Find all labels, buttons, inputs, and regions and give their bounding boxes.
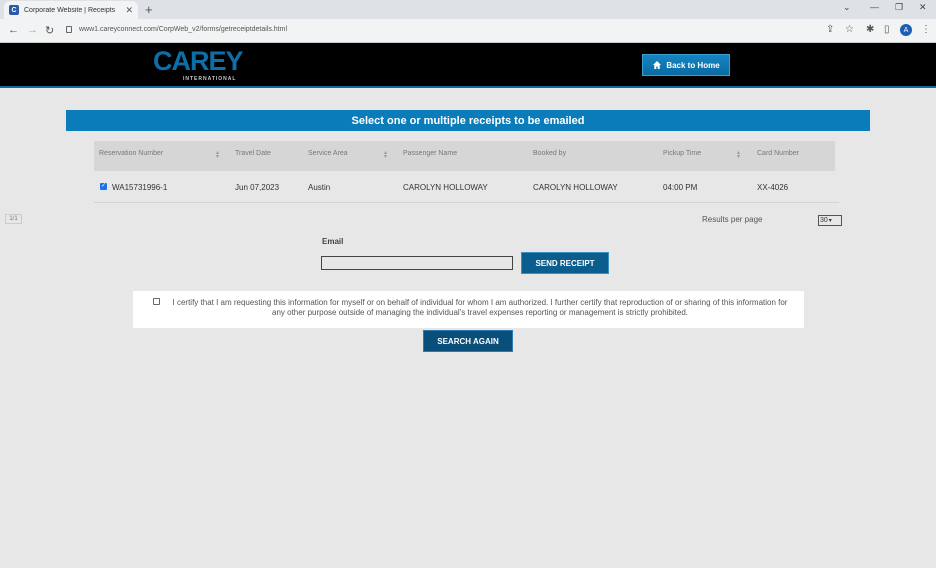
results-per-page-value: 30 [820, 217, 828, 224]
col-reservation-number[interactable]: Reservation Number [99, 150, 163, 157]
site-favicon-icon: C [9, 5, 19, 15]
search-again-button[interactable]: SEARCH AGAIN [423, 330, 513, 352]
col-booked-by[interactable]: Booked by [533, 150, 566, 157]
forward-arrow-icon[interactable]: → [27, 24, 38, 36]
cell-passenger-name: CAROLYN HOLLOWAY [403, 183, 488, 192]
menu-kebab-icon[interactable]: ⋮ [921, 24, 931, 35]
col-service-area[interactable]: Service Area [308, 150, 348, 157]
sort-icon[interactable]: ▴ ▾ [216, 150, 219, 160]
cell-booked-by: CAROLYN HOLLOWAY [533, 183, 618, 192]
new-tab-icon[interactable]: + [145, 2, 153, 17]
back-to-home-button[interactable]: Back to Home [642, 54, 730, 76]
site-header: CAREY INTERNATIONAL Back to Home [0, 43, 936, 88]
close-window-icon[interactable]: ✕ [919, 2, 927, 13]
row-select-checkbox[interactable]: ✓ [100, 183, 107, 190]
home-icon [653, 61, 662, 69]
logo-text: CAREY [153, 46, 244, 76]
table-header: Reservation Number ▴ ▾ Travel Date Servic… [94, 141, 835, 171]
tab-title: Corporate Website | Receipts [24, 6, 116, 14]
back-arrow-icon[interactable]: ← [8, 24, 19, 36]
results-per-page-select[interactable]: 30 ▾ [818, 215, 842, 226]
carey-logo[interactable]: CAREY INTERNATIONAL [153, 46, 244, 82]
email-label: Email [322, 237, 344, 246]
certify-checkbox[interactable] [153, 298, 160, 305]
col-passenger-name[interactable]: Passenger Name [403, 150, 457, 157]
back-to-home-label: Back to Home [666, 60, 720, 70]
cell-travel-date: Jun 07,2023 [235, 183, 280, 192]
send-receipt-button[interactable]: SEND RECEIPT [521, 252, 609, 274]
side-panel-icon[interactable]: ▯ [884, 24, 890, 35]
dropdown-chevron-icon: ▾ [828, 218, 832, 224]
reload-icon[interactable]: ↻ [45, 24, 54, 37]
share-icon[interactable]: ⇪ [826, 24, 834, 35]
cell-reservation-number: WA15731996-1 [112, 183, 168, 192]
cell-card-number: XX-4026 [757, 183, 789, 192]
extensions-puzzle-icon[interactable]: ✱ [866, 24, 874, 35]
lock-icon [66, 26, 72, 33]
email-input[interactable] [321, 256, 513, 270]
minimize-icon[interactable]: — [870, 2, 879, 12]
col-travel-date[interactable]: Travel Date [235, 150, 271, 157]
tab-close-icon[interactable]: ✕ [125, 5, 133, 16]
cell-pickup-time: 04:00 PM [663, 183, 698, 192]
sort-icon[interactable]: ▴ ▾ [737, 150, 740, 160]
col-pickup-time[interactable]: Pickup Time [663, 150, 701, 157]
tab-search-icon[interactable]: ⌄ [843, 2, 851, 13]
sort-icon[interactable]: ▴ ▾ [384, 150, 387, 160]
restore-icon[interactable]: ❐ [895, 2, 903, 13]
certify-text: I certify that I am requesting this info… [172, 298, 788, 317]
certify-panel: I certify that I am requesting this info… [133, 291, 804, 328]
logo-subtext: INTERNATIONAL [183, 76, 237, 82]
page-indicator: 1/1 [5, 214, 22, 224]
bookmark-star-icon[interactable]: ☆ [845, 24, 854, 35]
results-per-page-label: Results per page [702, 215, 763, 224]
url-field[interactable]: www1.careyconnect.com/CorpWeb_v2/forms/g… [79, 26, 287, 33]
table-row: ✓ WA15731996-1 Jun 07,2023 Austin CAROLY… [94, 171, 839, 203]
profile-avatar[interactable]: A [900, 24, 912, 36]
col-card-number[interactable]: Card Number [757, 150, 799, 157]
browser-tab[interactable]: C Corporate Website | Receipts ✕ [4, 1, 138, 19]
cell-service-area: Austin [308, 183, 331, 192]
page-title-banner: Select one or multiple receipts to be em… [66, 110, 870, 131]
address-bar: ← → ↻ www1.careyconnect.com/CorpWeb_v2/f… [0, 19, 936, 43]
browser-tab-bar: C Corporate Website | Receipts ✕ + ⌄ — ❐… [0, 0, 936, 19]
